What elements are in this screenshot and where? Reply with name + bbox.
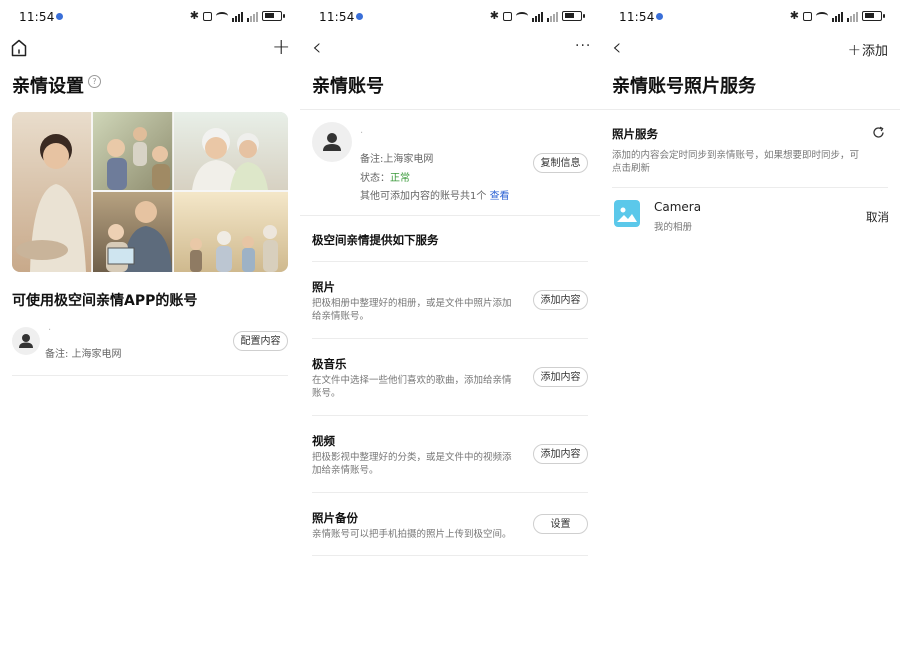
help-icon[interactable]: ? <box>88 75 101 88</box>
add-icon[interactable]: + <box>272 37 290 59</box>
service-title-video: 视频 <box>312 434 335 448</box>
cancel-button[interactable]: 取消 <box>866 209 889 225</box>
wifi-icon <box>516 12 528 20</box>
services-header: 极空间亲情提供如下服务 <box>312 233 439 247</box>
bluetooth-icon: ✱ <box>489 9 499 22</box>
service-desc-music: 在文件中选择一些他们喜欢的歌曲，添加给亲情账号。 <box>312 375 512 399</box>
status-icons: ✱ <box>489 9 585 23</box>
divider <box>612 187 888 188</box>
divider <box>12 375 288 376</box>
status-time: 11:54 <box>619 10 655 24</box>
signal-icon <box>532 11 543 22</box>
back-icon[interactable]: ‹ <box>612 35 622 59</box>
family-settings-screen: 11:54 ✱ + 亲情设置? 可使用极空间亲情APP的账号 · 备注: 上海家… <box>0 0 300 662</box>
family-photo-collage <box>12 112 288 272</box>
battery-icon <box>262 11 285 21</box>
page-title: 亲情账号 <box>312 76 384 97</box>
photo-service-desc: 添加的内容会定时同步到亲情账号，如果想要即时同步，可点击刷新 <box>612 150 860 174</box>
divider <box>312 492 588 493</box>
more-icon[interactable]: ··· <box>575 38 591 54</box>
refresh-icon[interactable] <box>872 124 885 143</box>
shield-dot-icon <box>356 13 363 20</box>
home-icon[interactable] <box>11 39 27 61</box>
status-time: 11:54 <box>19 10 55 24</box>
wifi-icon <box>816 12 828 20</box>
vibrate-icon <box>803 11 812 21</box>
back-icon[interactable]: ‹ <box>312 35 322 59</box>
status-bar: 11:54 ✱ <box>0 0 300 34</box>
account-name: · <box>48 325 52 336</box>
divider <box>312 338 588 339</box>
divider <box>600 109 900 110</box>
bluetooth-icon: ✱ <box>189 9 199 22</box>
divider <box>312 415 588 416</box>
status-bar: 11:54 ✱ <box>300 0 600 34</box>
status-icons: ✱ <box>789 9 885 23</box>
status-icons: ✱ <box>189 9 285 23</box>
album-image-icon <box>614 200 640 227</box>
album-subtitle: 我的相册 <box>654 222 693 233</box>
service-title-photos: 照片 <box>312 280 335 294</box>
divider <box>312 555 588 556</box>
signal-icon <box>832 11 843 22</box>
accounts-section-title: 可使用极空间亲情APP的账号 <box>12 293 198 309</box>
shield-dot-icon <box>656 13 663 20</box>
family-account-screen: 11:54 ✱ ‹ ··· 亲情账号 · 备注:上海家电网 状态：正常 其他可添… <box>300 0 600 662</box>
page-title: 亲情设置? <box>12 72 101 98</box>
signal-icon-2 <box>247 11 258 22</box>
account-row[interactable]: · 备注: 上海家电网 配置内容 <box>12 325 288 375</box>
copy-info-button[interactable]: 复制信息 <box>533 153 588 173</box>
wifi-icon <box>216 12 228 20</box>
avatar <box>312 122 352 162</box>
bluetooth-icon: ✱ <box>789 9 799 22</box>
signal-icon-2 <box>547 11 558 22</box>
account-note: 备注:上海家电网 <box>360 154 434 165</box>
service-desc-photos: 把极相册中整理好的相册，或是文件中照片添加给亲情账号。 <box>312 298 512 322</box>
add-button-label: 添加 <box>861 44 888 59</box>
add-content-button-video[interactable]: 添加内容 <box>533 444 588 464</box>
divider <box>300 109 600 110</box>
signal-icon <box>232 11 243 22</box>
avatar <box>12 327 40 355</box>
vibrate-icon <box>503 11 512 21</box>
configure-content-button[interactable]: 配置内容 <box>233 331 288 351</box>
status-bar: 11:54 ✱ <box>600 0 900 34</box>
album-name: Camera <box>654 200 702 214</box>
battery-icon <box>862 11 885 21</box>
status-time: 11:54 <box>319 10 355 24</box>
signal-icon-2 <box>847 11 858 22</box>
shield-dot-icon <box>56 13 63 20</box>
photo-service-screen: 11:54 ✱ ‹ +添加 亲情账号照片服务 照片服务 添加的内容会定时同步到亲… <box>600 0 900 662</box>
status-label: 状态： <box>360 173 390 184</box>
account-status: 状态：正常 <box>360 169 410 184</box>
divider <box>312 261 588 262</box>
page-title: 亲情账号照片服务 <box>612 76 756 97</box>
other-accounts-label: 其他可添加内容的账号共1个 <box>360 191 487 202</box>
account-note: 备注: 上海家电网 <box>45 349 122 360</box>
account-name: · <box>360 128 364 139</box>
service-title-photo-backup: 照片备份 <box>312 511 358 525</box>
plus-icon: + <box>847 40 861 59</box>
page-title-text: 亲情设置 <box>12 76 84 97</box>
battery-icon <box>562 11 585 21</box>
service-title-music: 极音乐 <box>312 357 347 371</box>
add-button[interactable]: +添加 <box>848 40 888 59</box>
view-link[interactable]: 查看 <box>490 191 510 202</box>
settings-button-photo-backup[interactable]: 设置 <box>533 514 588 534</box>
add-content-button-music[interactable]: 添加内容 <box>533 367 588 387</box>
status-value: 正常 <box>390 173 410 184</box>
divider <box>300 215 600 216</box>
vibrate-icon <box>203 11 212 21</box>
other-accounts-text: 其他可添加内容的账号共1个 查看 <box>360 187 510 202</box>
add-content-button-photos[interactable]: 添加内容 <box>533 290 588 310</box>
photo-service-title: 照片服务 <box>612 127 658 141</box>
service-desc-video: 把极影视中整理好的分类，或是文件中的视频添加给亲情账号。 <box>312 452 512 476</box>
service-desc-photo-backup: 亲情账号可以把手机拍摄的照片上传到极空间。 <box>312 529 512 540</box>
